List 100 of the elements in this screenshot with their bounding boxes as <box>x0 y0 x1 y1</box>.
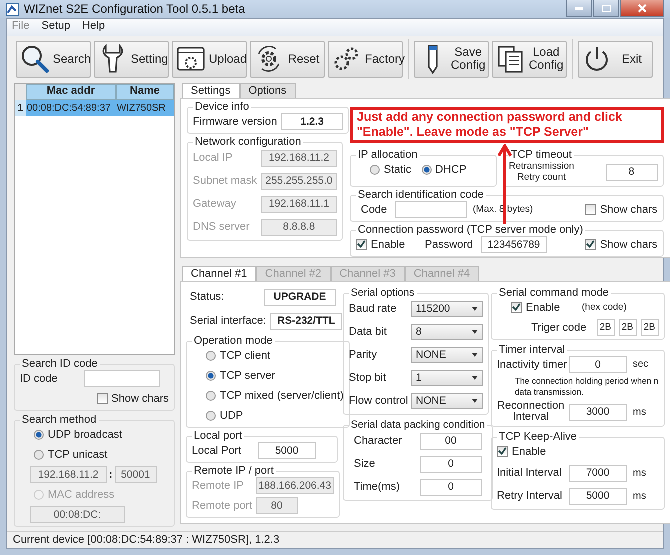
radio-label: Static <box>384 164 412 176</box>
code-field[interactable]: 2B <box>640 319 659 336</box>
code-field[interactable]: 2B <box>596 319 615 336</box>
tab[interactable]: Settings <box>182 83 240 98</box>
checkbox[interactable] <box>96 393 108 404</box>
toolbar-button[interactable]: Save Config <box>414 40 489 78</box>
unit-label: ms <box>633 490 646 502</box>
radio-button[interactable] <box>34 450 44 460</box>
field-label: Firmware version <box>193 116 278 128</box>
field-label: Initial Interval <box>497 467 563 479</box>
field-label: Retransmission Retry count <box>509 161 574 183</box>
field-label: Local IP <box>193 152 233 164</box>
port-field[interactable]: 50001 <box>114 466 157 483</box>
checkbox-label: Show chars <box>600 204 658 216</box>
checkbox[interactable] <box>511 302 522 313</box>
text-field[interactable]: 7000 <box>569 464 627 482</box>
radio-label: DHCP <box>436 164 467 176</box>
dropdown[interactable]: 1 <box>411 370 483 386</box>
text-field[interactable]: 0 <box>569 356 627 373</box>
checkbox[interactable] <box>356 239 367 250</box>
field-label: Baud rate <box>349 303 398 315</box>
checkbox[interactable] <box>585 204 596 215</box>
hint-text: (hex code) <box>582 302 627 313</box>
tab[interactable]: Channel #1 <box>182 266 256 281</box>
text-field[interactable] <box>395 201 467 218</box>
radio-button[interactable] <box>206 390 216 400</box>
radio-button[interactable] <box>370 164 380 174</box>
dropdown[interactable]: NONE <box>411 393 483 409</box>
group-title: Serial data packing condition <box>350 419 486 431</box>
code-field[interactable]: 2B <box>618 319 637 336</box>
checkbox-label: Show chars <box>600 238 658 250</box>
group-title: Local port <box>193 430 244 442</box>
dropdown[interactable]: 115200 <box>411 301 483 317</box>
caret-icon <box>472 399 478 403</box>
field-label: Stop bit <box>349 372 388 384</box>
header-corner <box>15 84 26 100</box>
dropdown[interactable]: 8 <box>411 324 483 340</box>
text-field[interactable]: 0 <box>420 456 482 472</box>
close-button[interactable] <box>620 0 664 17</box>
status-field: UPGRADE <box>264 288 336 306</box>
checkbox[interactable] <box>497 446 508 457</box>
radio-button[interactable] <box>34 430 44 440</box>
toolbar-button[interactable]: Factory <box>328 40 403 78</box>
group-title: Network configuration <box>194 136 302 148</box>
field-label: Triger code <box>531 322 587 334</box>
field-label: Serial interface: <box>190 315 266 327</box>
text-field[interactable]: 1.2.3 <box>281 113 344 130</box>
minimize-button[interactable] <box>566 0 592 17</box>
mac-field[interactable]: 00:08:DC: <box>30 506 125 523</box>
group-title: Timer interval <box>498 344 566 356</box>
table-row[interactable]: 1 00:08:DC:54:89:37 WIZ750SR <box>15 100 174 116</box>
checkbox[interactable] <box>585 239 596 250</box>
field-label: Time(ms) <box>353 481 402 493</box>
caret-icon <box>472 353 478 357</box>
text-field[interactable]: 0 <box>420 478 482 496</box>
toolbar-button[interactable]: Exit <box>578 40 653 78</box>
radio-label: UDP <box>220 410 244 422</box>
toolbar-button[interactable]: Reset <box>250 40 325 78</box>
text-field[interactable]: 5000 <box>258 442 316 459</box>
radio-button[interactable] <box>206 370 216 380</box>
field-label: DNS server <box>193 221 250 233</box>
toolbar-button[interactable]: Setting <box>94 40 169 78</box>
group-title: Search method <box>21 414 98 426</box>
menu-item[interactable]: Setup <box>42 20 70 35</box>
text-field[interactable]: 5000 <box>569 488 627 504</box>
radio-button[interactable] <box>206 350 216 360</box>
toolbar-button[interactable]: Load Config <box>492 40 567 78</box>
group-title: Device info <box>194 101 250 113</box>
group-title: Serial options <box>350 287 416 299</box>
radio-label: TCP server <box>220 370 276 382</box>
text-field[interactable] <box>84 370 160 387</box>
password-field[interactable]: 123456789 <box>481 236 547 253</box>
radio-label: UDP broadcast <box>48 428 122 440</box>
checkbox-label: Show chars <box>112 392 169 404</box>
toolbar-button[interactable]: Search <box>16 40 91 78</box>
text-field[interactable]: 00 <box>420 432 482 450</box>
group-title: IP allocation <box>357 149 419 161</box>
radio-button[interactable] <box>422 164 432 174</box>
group-title: Remote IP / port <box>193 465 275 477</box>
caret-icon <box>472 330 478 334</box>
field-label: Character <box>353 435 404 447</box>
menu-item[interactable]: Help <box>82 20 106 35</box>
field-label: Retry Interval <box>497 490 564 502</box>
column-header[interactable]: Mac addr <box>26 84 116 100</box>
tab[interactable]: Options <box>240 83 296 98</box>
app-icon <box>6 2 19 16</box>
column-header[interactable]: Name <box>116 84 174 100</box>
maximize-button[interactable] <box>593 0 619 17</box>
group-title: TCP timeout <box>510 149 573 161</box>
table-cell: 00:08:DC:54:89:37 <box>26 100 116 116</box>
text-field[interactable]: 3000 <box>569 404 627 420</box>
radio-button[interactable] <box>206 410 216 420</box>
field-label: Code <box>360 204 388 216</box>
dropdown[interactable]: NONE <box>411 347 483 363</box>
caret-icon <box>472 307 478 311</box>
toolbar-button[interactable]: Upload <box>172 40 247 78</box>
text-field[interactable]: 8 <box>606 164 658 180</box>
radio-label: TCP mixed (server/client) <box>220 390 344 402</box>
field-label: Reconnection Interval <box>497 401 565 423</box>
ip-field[interactable]: 192.168.11.2 <box>30 466 107 483</box>
